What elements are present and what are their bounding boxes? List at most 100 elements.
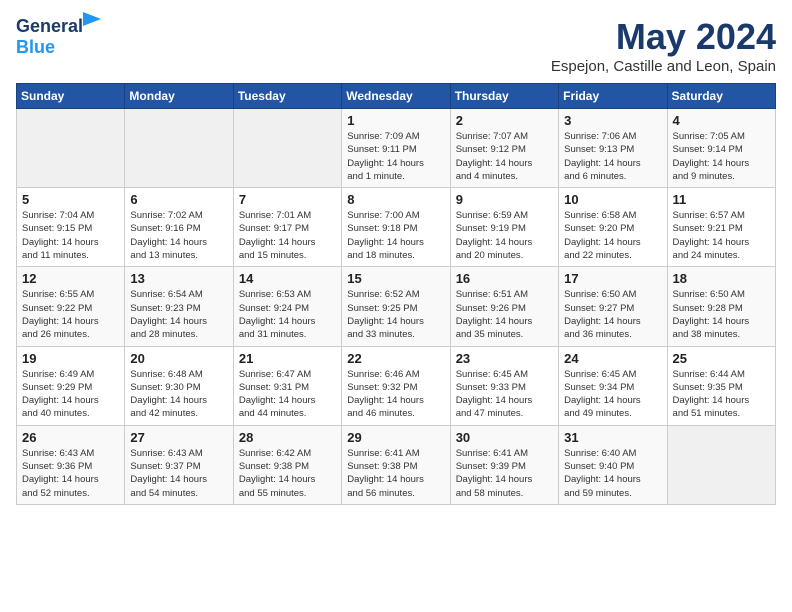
day-number: 19 <box>22 351 119 366</box>
day-info: Sunrise: 6:58 AM Sunset: 9:20 PM Dayligh… <box>564 209 661 262</box>
calendar-day-cell: 27 Sunrise: 6:43 AM Sunset: 9:37 PM Dayli… <box>125 425 233 504</box>
logo-blue: Blue <box>16 37 55 58</box>
calendar-day-cell: 23 Sunrise: 6:45 AM Sunset: 9:33 PM Dayli… <box>450 346 558 425</box>
weekday-header: Monday <box>125 84 233 109</box>
day-info: Sunrise: 6:51 AM Sunset: 9:26 PM Dayligh… <box>456 288 553 341</box>
day-number: 12 <box>22 271 119 286</box>
calendar-day-cell: 17 Sunrise: 6:50 AM Sunset: 9:27 PM Dayli… <box>559 267 667 346</box>
calendar-week-row: 19 Sunrise: 6:49 AM Sunset: 9:29 PM Dayli… <box>17 346 776 425</box>
day-number: 8 <box>347 192 444 207</box>
calendar-day-cell: 16 Sunrise: 6:51 AM Sunset: 9:26 PM Dayli… <box>450 267 558 346</box>
day-info: Sunrise: 6:50 AM Sunset: 9:27 PM Dayligh… <box>564 288 661 341</box>
day-info: Sunrise: 7:07 AM Sunset: 9:12 PM Dayligh… <box>456 130 553 183</box>
calendar-day-cell: 18Sunrise: 6:50 AM Sunset: 9:28 PM Dayli… <box>667 267 775 346</box>
day-number: 23 <box>456 351 553 366</box>
day-number: 2 <box>456 113 553 128</box>
calendar-empty-cell <box>667 425 775 504</box>
day-info: Sunrise: 6:42 AM Sunset: 9:38 PM Dayligh… <box>239 447 336 500</box>
calendar-day-cell: 26Sunrise: 6:43 AM Sunset: 9:36 PM Dayli… <box>17 425 125 504</box>
day-info: Sunrise: 6:55 AM Sunset: 9:22 PM Dayligh… <box>22 288 119 341</box>
day-number: 20 <box>130 351 227 366</box>
day-info: Sunrise: 7:02 AM Sunset: 9:16 PM Dayligh… <box>130 209 227 262</box>
day-number: 16 <box>456 271 553 286</box>
calendar-day-cell: 7Sunrise: 7:01 AM Sunset: 9:17 PM Daylig… <box>233 188 341 267</box>
day-info: Sunrise: 6:47 AM Sunset: 9:31 PM Dayligh… <box>239 368 336 421</box>
day-info: Sunrise: 6:52 AM Sunset: 9:25 PM Dayligh… <box>347 288 444 341</box>
logo-container: General <box>16 16 83 37</box>
weekday-header: Thursday <box>450 84 558 109</box>
day-number: 5 <box>22 192 119 207</box>
day-number: 31 <box>564 430 661 445</box>
calendar-empty-cell <box>233 109 341 188</box>
month-title: May 2024 <box>551 16 776 58</box>
weekday-header: Saturday <box>667 84 775 109</box>
day-number: 15 <box>347 271 444 286</box>
day-info: Sunrise: 6:50 AM Sunset: 9:28 PM Dayligh… <box>673 288 770 341</box>
calendar-day-cell: 10 Sunrise: 6:58 AM Sunset: 9:20 PM Dayli… <box>559 188 667 267</box>
day-info: Sunrise: 6:49 AM Sunset: 9:29 PM Dayligh… <box>22 368 119 421</box>
day-number: 3 <box>564 113 661 128</box>
day-info: Sunrise: 6:40 AM Sunset: 9:40 PM Dayligh… <box>564 447 661 500</box>
calendar-day-cell: 29 Sunrise: 6:41 AM Sunset: 9:38 PM Dayli… <box>342 425 450 504</box>
day-number: 1 <box>347 113 444 128</box>
calendar-week-row: 5Sunrise: 7:04 AM Sunset: 9:15 PM Daylig… <box>17 188 776 267</box>
calendar-day-cell: 1 Sunrise: 7:09 AM Sunset: 9:11 PM Daylig… <box>342 109 450 188</box>
day-number: 10 <box>564 192 661 207</box>
location-subtitle: Espejon, Castille and Leon, Spain <box>551 58 776 75</box>
calendar-day-cell: 9Sunrise: 6:59 AM Sunset: 9:19 PM Daylig… <box>450 188 558 267</box>
day-number: 7 <box>239 192 336 207</box>
calendar-day-cell: 5Sunrise: 7:04 AM Sunset: 9:15 PM Daylig… <box>17 188 125 267</box>
day-info: Sunrise: 7:05 AM Sunset: 9:14 PM Dayligh… <box>673 130 770 183</box>
calendar-day-cell: 8 Sunrise: 7:00 AM Sunset: 9:18 PM Daylig… <box>342 188 450 267</box>
day-number: 29 <box>347 430 444 445</box>
day-info: Sunrise: 6:57 AM Sunset: 9:21 PM Dayligh… <box>673 209 770 262</box>
day-info: Sunrise: 6:45 AM Sunset: 9:33 PM Dayligh… <box>456 368 553 421</box>
day-info: Sunrise: 7:09 AM Sunset: 9:11 PM Dayligh… <box>347 130 444 183</box>
day-number: 27 <box>130 430 227 445</box>
calendar-day-cell: 25 Sunrise: 6:44 AM Sunset: 9:35 PM Dayli… <box>667 346 775 425</box>
calendar-week-row: 12 Sunrise: 6:55 AM Sunset: 9:22 PM Dayli… <box>17 267 776 346</box>
calendar-day-cell: 14 Sunrise: 6:53 AM Sunset: 9:24 PM Dayli… <box>233 267 341 346</box>
calendar-day-cell: 31 Sunrise: 6:40 AM Sunset: 9:40 PM Dayli… <box>559 425 667 504</box>
day-number: 13 <box>130 271 227 286</box>
calendar-day-cell: 12 Sunrise: 6:55 AM Sunset: 9:22 PM Dayli… <box>17 267 125 346</box>
day-number: 6 <box>130 192 227 207</box>
calendar-day-cell: 2 Sunrise: 7:07 AM Sunset: 9:12 PM Daylig… <box>450 109 558 188</box>
day-info: Sunrise: 6:53 AM Sunset: 9:24 PM Dayligh… <box>239 288 336 341</box>
calendar-table: SundayMondayTuesdayWednesdayThursdayFrid… <box>16 83 776 505</box>
calendar-week-row: 26Sunrise: 6:43 AM Sunset: 9:36 PM Dayli… <box>17 425 776 504</box>
day-number: 9 <box>456 192 553 207</box>
day-info: Sunrise: 6:41 AM Sunset: 9:38 PM Dayligh… <box>347 447 444 500</box>
title-section: May 2024 Espejon, Castille and Leon, Spa… <box>551 16 776 75</box>
calendar-day-cell: 11Sunrise: 6:57 AM Sunset: 9:21 PM Dayli… <box>667 188 775 267</box>
weekday-header: Friday <box>559 84 667 109</box>
day-info: Sunrise: 6:54 AM Sunset: 9:23 PM Dayligh… <box>130 288 227 341</box>
calendar-empty-cell <box>17 109 125 188</box>
day-number: 14 <box>239 271 336 286</box>
weekday-header-row: SundayMondayTuesdayWednesdayThursdayFrid… <box>17 84 776 109</box>
page-header: General Blue May 2024 Espejon, Castille … <box>16 16 776 75</box>
calendar-day-cell: 13 Sunrise: 6:54 AM Sunset: 9:23 PM Dayli… <box>125 267 233 346</box>
calendar-day-cell: 19 Sunrise: 6:49 AM Sunset: 9:29 PM Dayli… <box>17 346 125 425</box>
day-info: Sunrise: 7:00 AM Sunset: 9:18 PM Dayligh… <box>347 209 444 262</box>
calendar-week-row: 1 Sunrise: 7:09 AM Sunset: 9:11 PM Daylig… <box>17 109 776 188</box>
weekday-header: Tuesday <box>233 84 341 109</box>
day-number: 17 <box>564 271 661 286</box>
calendar-day-cell: 22 Sunrise: 6:46 AM Sunset: 9:32 PM Dayli… <box>342 346 450 425</box>
calendar-day-cell: 3Sunrise: 7:06 AM Sunset: 9:13 PM Daylig… <box>559 109 667 188</box>
day-info: Sunrise: 6:46 AM Sunset: 9:32 PM Dayligh… <box>347 368 444 421</box>
day-number: 28 <box>239 430 336 445</box>
day-info: Sunrise: 6:44 AM Sunset: 9:35 PM Dayligh… <box>673 368 770 421</box>
weekday-header: Wednesday <box>342 84 450 109</box>
day-number: 30 <box>456 430 553 445</box>
logo-chevron-icon <box>83 12 101 26</box>
day-info: Sunrise: 6:45 AM Sunset: 9:34 PM Dayligh… <box>564 368 661 421</box>
day-number: 26 <box>22 430 119 445</box>
calendar-empty-cell <box>125 109 233 188</box>
day-number: 22 <box>347 351 444 366</box>
logo: General Blue <box>16 16 83 58</box>
day-info: Sunrise: 6:43 AM Sunset: 9:37 PM Dayligh… <box>130 447 227 500</box>
day-number: 25 <box>673 351 770 366</box>
day-number: 4 <box>673 113 770 128</box>
calendar-day-cell: 30Sunrise: 6:41 AM Sunset: 9:39 PM Dayli… <box>450 425 558 504</box>
